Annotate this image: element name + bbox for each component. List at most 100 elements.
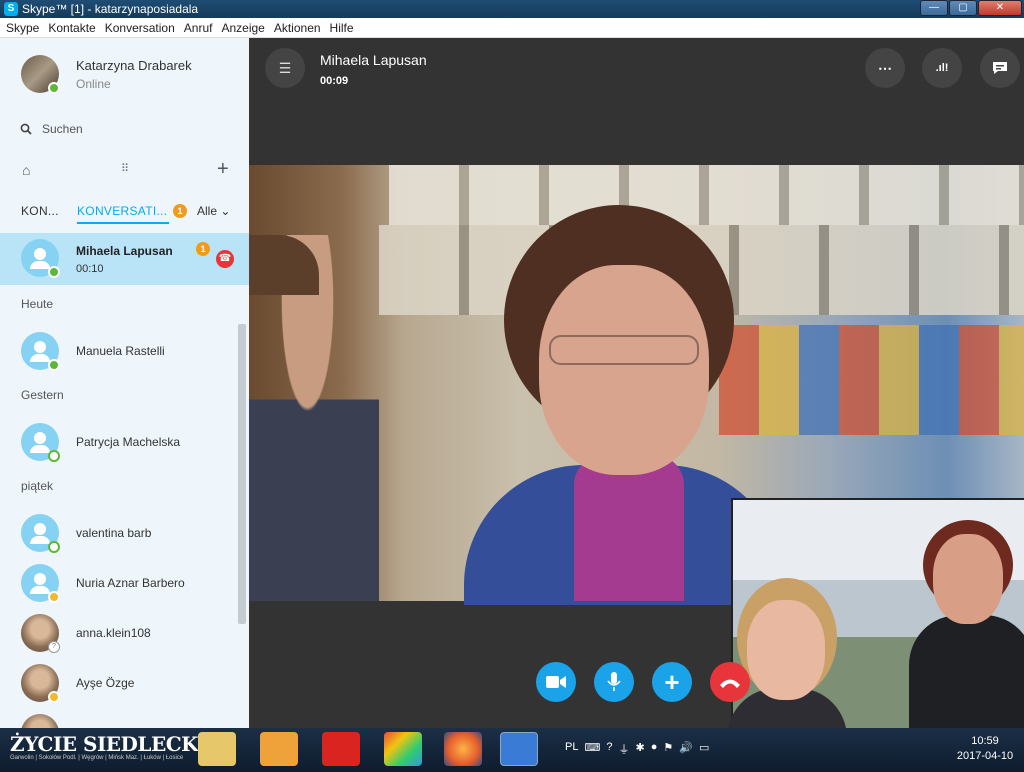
section-header: Gestern: [21, 388, 64, 402]
video-toggle-button[interactable]: [536, 662, 576, 702]
list-item[interactable]: [0, 708, 249, 728]
window-titlebar: S Skype™ [1] - katarzynaposiadala — ▢ ✕: [0, 0, 1024, 18]
more-options-button[interactable]: ⋯: [865, 48, 905, 88]
tray-icon[interactable]: ●: [651, 741, 658, 757]
tab-conversations[interactable]: KONVERSATI...: [77, 204, 167, 218]
chat-button[interactable]: [980, 48, 1020, 88]
menu-help[interactable]: Hilfe: [330, 21, 354, 35]
video-person-main: [464, 205, 784, 605]
menu-conversation[interactable]: Konversation: [105, 21, 175, 35]
self-video-person-2-face: [933, 534, 1003, 624]
pdf-app-icon[interactable]: [322, 732, 360, 766]
paint-icon[interactable]: [384, 732, 422, 766]
profile-header[interactable]: Katarzyna Drabarek Online: [0, 38, 249, 110]
dialpad-icon[interactable]: ⠿: [121, 162, 129, 175]
watermark-subtitle: Garwolin | Sokołów Podl. | Węgrów | Mińs…: [10, 755, 184, 761]
conversation-list: Mihaela Lapusan 00:10 1 ☎ Heute Manuela …: [0, 233, 249, 728]
search-icon: [20, 123, 32, 135]
filter-dropdown[interactable]: Alle ⌄: [197, 204, 230, 218]
list-item-active-call[interactable]: Mihaela Lapusan 00:10 1 ☎: [0, 233, 249, 285]
contact-name: Patrycja Machelska: [76, 435, 181, 449]
home-icon[interactable]: ⌂: [22, 162, 30, 178]
end-call-button[interactable]: [710, 662, 750, 702]
list-item[interactable]: valentina barb: [0, 508, 249, 558]
search-input[interactable]: Suchen: [42, 122, 83, 136]
hangup-icon: [720, 679, 740, 688]
network-icon[interactable]: ▭: [699, 741, 709, 757]
contact-name: Mihaela Lapusan: [76, 244, 173, 258]
microphone-icon: [607, 672, 621, 691]
menu-bar: Skype Kontakte Konversation Anruf Anzeig…: [0, 18, 1024, 38]
self-video-preview[interactable]: [727, 498, 1024, 728]
presence-offline-icon: [48, 541, 60, 553]
language-indicator[interactable]: PL: [565, 741, 578, 757]
video-person-main-shirt: [574, 455, 684, 601]
menu-view[interactable]: Anzeige: [221, 21, 264, 35]
clock-date: 2017-04-10: [956, 750, 1014, 762]
help-icon[interactable]: ?: [606, 741, 612, 757]
video-person-main-face: [539, 265, 709, 475]
presence-away-icon: [48, 591, 60, 603]
unread-badge: 1: [173, 204, 187, 218]
presence-away-icon: [48, 691, 60, 703]
tab-contacts[interactable]: KON...: [21, 204, 59, 218]
sidebar-tabs: KON... KONVERSATI... 1 Alle ⌄: [0, 202, 249, 224]
firefox-icon[interactable]: [444, 732, 482, 766]
tray-icon[interactable]: ⏚: [618, 741, 629, 757]
watermark-logo: ŻYCIE SIEDLECKIE: [10, 732, 222, 756]
system-tray: PL ⌨ ? ⏚ ✱ ● ⚑ 🔊 ▭: [565, 741, 709, 757]
list-item[interactable]: Nuria Aznar Barbero: [0, 558, 249, 608]
windows-taskbar: ŻYCIE SIEDLECKIE Garwolin | Sokołów Podl…: [0, 728, 1024, 772]
presence-online-icon: [48, 82, 60, 94]
video-person-main-glasses: [549, 335, 699, 365]
sidebar-toolbar: ⌂ ⠿ +: [0, 158, 249, 182]
presence-online-icon: [48, 266, 60, 278]
call-view: ☰ Mihaela Lapusan 00:09 ⋯ .ıl! +: [249, 38, 1024, 728]
add-icon[interactable]: +: [217, 158, 229, 181]
self-video-person-2: [909, 520, 1024, 728]
flag-icon[interactable]: ⚑: [663, 741, 673, 757]
profile-status[interactable]: Online: [76, 77, 111, 91]
explorer-icon[interactable]: [198, 732, 236, 766]
section-header: Heute: [21, 297, 54, 311]
contact-name: valentina barb: [76, 526, 152, 540]
skype-logo-icon: S: [4, 2, 18, 16]
media-player-icon[interactable]: [260, 732, 298, 766]
call-menu-button[interactable]: ☰: [265, 48, 305, 88]
taskbar-clock[interactable]: 10:59 2017-04-10: [955, 734, 1015, 764]
caller-name: Mihaela Lapusan: [320, 52, 427, 68]
list-item[interactable]: Patrycja Machelska: [0, 417, 249, 467]
list-item[interactable]: Ayşe Özge: [0, 658, 249, 708]
window-controls: — ▢ ✕: [919, 0, 1022, 16]
clock-time: 10:59: [971, 735, 999, 747]
contact-name: Manuela Rastelli: [76, 344, 165, 358]
minimize-button[interactable]: —: [920, 0, 948, 16]
unread-badge: 1: [196, 242, 210, 256]
search-box[interactable]: Suchen: [20, 122, 83, 136]
menu-contacts[interactable]: Kontakte: [48, 21, 95, 35]
contact-name: anna.klein108: [76, 626, 151, 640]
maximize-button[interactable]: ▢: [949, 0, 977, 16]
add-participant-button[interactable]: +: [652, 662, 692, 702]
keyboard-icon[interactable]: ⌨: [584, 741, 600, 757]
mute-button[interactable]: [594, 662, 634, 702]
menu-call[interactable]: Anruf: [184, 21, 213, 35]
list-item[interactable]: ? anna.klein108: [0, 608, 249, 658]
menu-skype[interactable]: Skype: [6, 21, 39, 35]
bluetooth-icon[interactable]: ✱: [635, 741, 644, 757]
call-duration: 00:10: [76, 263, 104, 275]
menu-actions[interactable]: Aktionen: [274, 21, 321, 35]
close-button[interactable]: ✕: [978, 0, 1022, 16]
call-quality-button[interactable]: .ıl!: [922, 48, 962, 88]
window-title: Skype™ [1] - katarzynaposiadala: [22, 2, 199, 16]
volume-icon[interactable]: 🔊: [679, 741, 693, 757]
list-item[interactable]: Manuela Rastelli: [0, 326, 249, 376]
presence-online-icon: [48, 359, 60, 371]
contact-avatar: [21, 714, 59, 728]
section-header: piątek: [21, 479, 54, 493]
sidebar-scrollbar[interactable]: [238, 324, 246, 624]
skype-taskbar-icon[interactable]: [500, 732, 538, 766]
self-video-person-1-face: [747, 600, 825, 700]
active-tab-indicator: [77, 222, 169, 224]
hangup-icon[interactable]: ☎: [216, 250, 234, 268]
